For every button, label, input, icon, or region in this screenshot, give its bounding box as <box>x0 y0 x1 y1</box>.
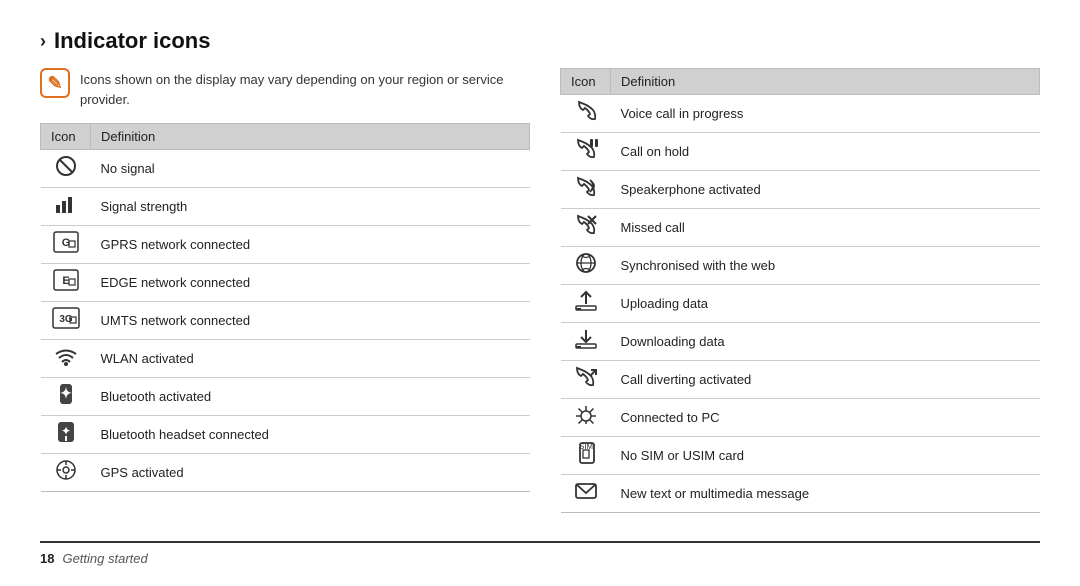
icon-cell: ✦ <box>41 378 91 416</box>
definition-cell: GPS activated <box>91 454 530 492</box>
icon-cell <box>561 475 611 513</box>
definition-cell: Downloading data <box>611 323 1040 361</box>
right-column: Icon Definition Voice call in progress C… <box>560 68 1040 537</box>
icon-cell <box>561 95 611 133</box>
definition-cell: Connected to PC <box>611 399 1040 437</box>
definition-cell: Bluetooth activated <box>91 378 530 416</box>
page-title: Indicator icons <box>54 28 210 54</box>
definition-cell: Missed call <box>611 209 1040 247</box>
icon-cell <box>41 340 91 378</box>
left-col-def-header: Definition <box>91 124 530 150</box>
definition-cell: New text or multimedia message <box>611 475 1040 513</box>
definition-cell: Signal strength <box>91 188 530 226</box>
table-row: Uploading data <box>561 285 1040 323</box>
icon-cell <box>41 150 91 188</box>
right-icon-table: Icon Definition Voice call in progress C… <box>560 68 1040 513</box>
title-chevron: › <box>40 31 46 52</box>
definition-cell: No signal <box>91 150 530 188</box>
definition-cell: WLAN activated <box>91 340 530 378</box>
definition-cell: UMTS network connected <box>91 302 530 340</box>
footer-section: Getting started <box>62 551 147 566</box>
table-row: GPS activated <box>41 454 530 492</box>
definition-cell: Voice call in progress <box>611 95 1040 133</box>
left-column: ✎ Icons shown on the display may vary de… <box>40 68 530 537</box>
definition-cell: GPRS network connected <box>91 226 530 264</box>
definition-cell: Uploading data <box>611 285 1040 323</box>
icon-cell <box>561 399 611 437</box>
table-row: Call on hold <box>561 133 1040 171</box>
table-row: 3G UMTS network connected <box>41 302 530 340</box>
definition-cell: No SIM or USIM card <box>611 437 1040 475</box>
right-col-icon-header: Icon <box>561 69 611 95</box>
icon-cell: E <box>41 264 91 302</box>
title-row: › Indicator icons <box>40 28 1040 54</box>
table-row: No signal <box>41 150 530 188</box>
left-icon-table: Icon Definition No signal Signal strengt… <box>40 123 530 492</box>
icon-cell <box>561 133 611 171</box>
svg-text:✦: ✦ <box>60 385 72 401</box>
table-row: E EDGE network connected <box>41 264 530 302</box>
definition-cell: Call diverting activated <box>611 361 1040 399</box>
table-row: ✦ Bluetooth headset connected <box>41 416 530 454</box>
definition-cell: EDGE network connected <box>91 264 530 302</box>
definition-cell: Call on hold <box>611 133 1040 171</box>
table-row: Downloading data <box>561 323 1040 361</box>
right-col-def-header: Definition <box>611 69 1040 95</box>
table-row: Call diverting activated <box>561 361 1040 399</box>
icon-cell <box>561 171 611 209</box>
icon-cell: ✦ <box>41 416 91 454</box>
table-row: Synchronised with the web <box>561 247 1040 285</box>
definition-cell: Synchronised with the web <box>611 247 1040 285</box>
table-row: Signal strength <box>41 188 530 226</box>
svg-text:✦: ✦ <box>60 424 70 438</box>
table-row: WLAN activated <box>41 340 530 378</box>
svg-text:✎: ✎ <box>47 73 62 93</box>
table-row: New text or multimedia message <box>561 475 1040 513</box>
footer: 18 Getting started <box>40 541 1040 566</box>
icon-cell <box>561 209 611 247</box>
icon-cell: SIM <box>561 437 611 475</box>
icon-cell <box>561 247 611 285</box>
table-row: ✦ Bluetooth activated <box>41 378 530 416</box>
definition-cell: Bluetooth headset connected <box>91 416 530 454</box>
icon-cell <box>41 454 91 492</box>
icon-cell <box>41 188 91 226</box>
content-area: ✎ Icons shown on the display may vary de… <box>40 68 1040 537</box>
table-row: Connected to PC <box>561 399 1040 437</box>
note-text: Icons shown on the display may vary depe… <box>80 68 530 109</box>
note-box: ✎ Icons shown on the display may vary de… <box>40 68 530 109</box>
icon-cell <box>561 361 611 399</box>
definition-cell: Speakerphone activated <box>611 171 1040 209</box>
icon-cell <box>561 285 611 323</box>
note-icon: ✎ <box>40 68 70 98</box>
page-container: › Indicator icons ✎ Icons shown on the d… <box>0 0 1080 586</box>
icon-cell <box>561 323 611 361</box>
table-row: G GPRS network connected <box>41 226 530 264</box>
table-row: Voice call in progress <box>561 95 1040 133</box>
table-row: Missed call <box>561 209 1040 247</box>
icon-cell: G <box>41 226 91 264</box>
table-row: SIM No SIM or USIM card <box>561 437 1040 475</box>
svg-text:SIM: SIM <box>578 442 593 451</box>
table-row: Speakerphone activated <box>561 171 1040 209</box>
icon-cell: 3G <box>41 302 91 340</box>
footer-page-number: 18 <box>40 551 54 566</box>
left-col-icon-header: Icon <box>41 124 91 150</box>
